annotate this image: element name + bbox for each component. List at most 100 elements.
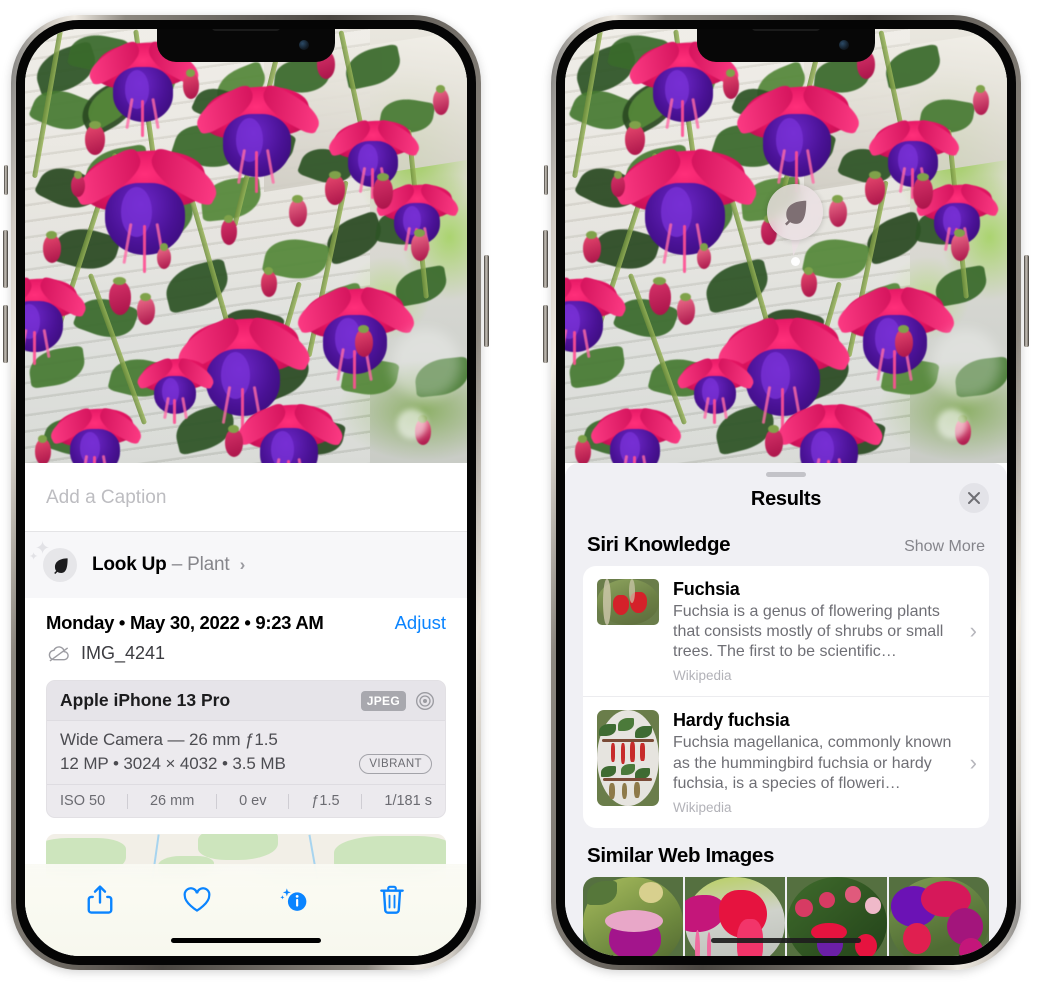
camera-lens-line: Wide Camera — 26 mm ƒ1.5 <box>60 730 278 749</box>
camera-specs-line: 12 MP • 3024 × 4032 • 3.5 MB <box>60 754 286 773</box>
result-description: Fuchsia is a genus of flowering plants t… <box>673 603 944 661</box>
photo-viewer[interactable] <box>565 29 1007 463</box>
earpiece-speaker <box>212 29 280 31</box>
result-source: Wikipedia <box>673 668 732 684</box>
web-image-thumb[interactable] <box>889 876 989 956</box>
siri-knowledge-card: Fuchsia Fuchsia is a genus of flowering … <box>583 566 989 828</box>
metadata-block: Monday • May 30, 2022 • 9:23 AM Adjust I… <box>25 598 467 664</box>
iphone-right-device: Results Siri Knowledge Show More Fuchsia… <box>543 15 1029 970</box>
device-bezel: Results Siri Knowledge Show More Fuchsia… <box>556 20 1016 965</box>
metadata-date-row: Monday • May 30, 2022 • 9:23 AM Adjust <box>46 612 446 634</box>
adjust-button[interactable]: Adjust <box>395 612 446 634</box>
similar-web-images-header: Similar Web Images <box>565 828 1007 877</box>
camera-info-card[interactable]: Apple iPhone 13 Pro JPEG Wide Camera — 2… <box>46 680 446 818</box>
list-item[interactable]: Fuchsia Fuchsia is a genus of flowering … <box>583 566 989 696</box>
camera-card-header: Apple iPhone 13 Pro JPEG <box>47 681 445 721</box>
chevron-right-icon: › <box>969 618 977 644</box>
look-up-dash: – <box>171 554 183 575</box>
volume-up-button[interactable] <box>3 230 8 288</box>
show-more-button[interactable]: Show More <box>904 538 985 556</box>
right-screen: Results Siri Knowledge Show More Fuchsia… <box>565 29 1007 956</box>
share-icon <box>87 885 113 914</box>
close-button[interactable] <box>959 483 989 513</box>
web-image-thumb[interactable] <box>583 876 683 956</box>
similar-web-images-grid <box>583 876 989 956</box>
exif-aperture: ƒ1.5 <box>311 793 340 809</box>
delete-button[interactable] <box>370 878 414 922</box>
similar-web-images-title: Similar Web Images <box>587 843 775 867</box>
camera-device-name: Apple iPhone 13 Pro <box>60 690 231 710</box>
filename-row: IMG_4241 <box>46 643 446 664</box>
device-bezel: Add a Caption ✦ ✦ Look Up – Plant › Mond… <box>16 20 476 965</box>
photo-viewer[interactable] <box>25 29 467 463</box>
result-description: Fuchsia magellanica, commonly known as t… <box>673 734 952 792</box>
volume-down-button[interactable] <box>3 305 8 363</box>
result-title: Hardy fuchsia <box>673 710 790 731</box>
leaf-icon <box>785 200 807 226</box>
silent-switch[interactable] <box>544 165 548 195</box>
photographic-style-badge: VIBRANT <box>359 754 432 774</box>
photo-info-sheet: Add a Caption ✦ ✦ Look Up – Plant › Mond… <box>25 463 467 956</box>
left-screen: Add a Caption ✦ ✦ Look Up – Plant › Mond… <box>25 29 467 956</box>
result-title: Fuchsia <box>673 579 740 599</box>
siri-knowledge-title: Siri Knowledge <box>587 533 731 556</box>
power-button[interactable] <box>484 255 489 347</box>
front-camera-icon <box>839 40 849 50</box>
notch <box>157 29 335 62</box>
list-item[interactable]: Hardy fuchsia Fuchsia magellanica, commo… <box>583 696 989 827</box>
screenshot-canvas: Add a Caption ✦ ✦ Look Up – Plant › Mond… <box>0 0 1055 985</box>
home-indicator[interactable] <box>711 938 861 943</box>
chevron-right-icon: › <box>239 555 246 574</box>
exif-divider <box>361 793 363 809</box>
aperture-icon <box>416 691 434 710</box>
look-up-row[interactable]: ✦ ✦ Look Up – Plant › <box>25 532 467 598</box>
photo-date: Monday • May 30, 2022 • 9:23 AM <box>46 612 324 633</box>
look-up-title: Look Up <box>92 554 167 575</box>
silent-switch[interactable] <box>4 165 8 195</box>
photo-filename: IMG_4241 <box>81 643 166 663</box>
result-source: Wikipedia <box>673 799 732 815</box>
web-image-thumb[interactable] <box>787 876 887 956</box>
camera-header-badges: JPEG <box>360 690 435 711</box>
camera-specs-row: 12 MP • 3024 × 4032 • 3.5 MB VIBRANT <box>60 754 432 774</box>
siri-knowledge-header: Siri Knowledge Show More <box>565 525 1007 566</box>
info-sparkle-icon <box>280 888 307 911</box>
power-button[interactable] <box>1024 255 1029 347</box>
share-button[interactable] <box>78 878 122 922</box>
icloud-slash-icon <box>48 645 69 661</box>
caption-field[interactable]: Add a Caption <box>25 463 467 532</box>
volume-down-button[interactable] <box>543 305 548 363</box>
earpiece-speaker <box>752 29 820 31</box>
result-thumbnail <box>597 579 659 625</box>
trash-icon <box>380 885 405 914</box>
notch <box>697 29 875 62</box>
chevron-right-icon: › <box>969 749 977 775</box>
favorite-button[interactable] <box>175 878 219 922</box>
exif-ev: 0 ev <box>239 793 267 809</box>
caption-placeholder: Add a Caption <box>46 487 167 508</box>
exif-row: ISO 50 26 mm 0 ev ƒ1.5 1/181 s <box>47 784 445 817</box>
result-texts: Fuchsia Fuchsia is a genus of flowering … <box>673 579 962 683</box>
visual-lookup-anchor-dot <box>791 257 800 266</box>
format-badge: JPEG <box>360 690 406 711</box>
results-title: Results <box>750 488 822 510</box>
volume-up-button[interactable] <box>543 230 548 288</box>
exif-focal: 26 mm <box>149 793 195 809</box>
exif-divider <box>288 793 290 809</box>
info-button[interactable] <box>273 878 317 922</box>
results-sheet: Results Siri Knowledge Show More Fuchsia… <box>565 463 1007 956</box>
exif-iso: ISO 50 <box>60 793 106 809</box>
leaf-icon: ✦ ✦ <box>29 539 77 582</box>
home-indicator[interactable] <box>171 938 321 943</box>
result-texts: Hardy fuchsia Fuchsia magellanica, commo… <box>673 710 962 814</box>
front-camera-icon <box>299 40 309 50</box>
result-thumbnail <box>597 710 659 807</box>
look-up-label: Look Up – Plant › <box>92 554 245 576</box>
exif-divider <box>127 793 129 809</box>
look-up-subject: Plant <box>187 554 230 575</box>
iphone-left-device: Add a Caption ✦ ✦ Look Up – Plant › Mond… <box>3 15 489 970</box>
web-image-thumb[interactable] <box>685 876 785 956</box>
visual-lookup-badge[interactable] <box>767 184 823 240</box>
results-header: Results <box>565 477 1007 525</box>
heart-icon <box>183 887 211 912</box>
